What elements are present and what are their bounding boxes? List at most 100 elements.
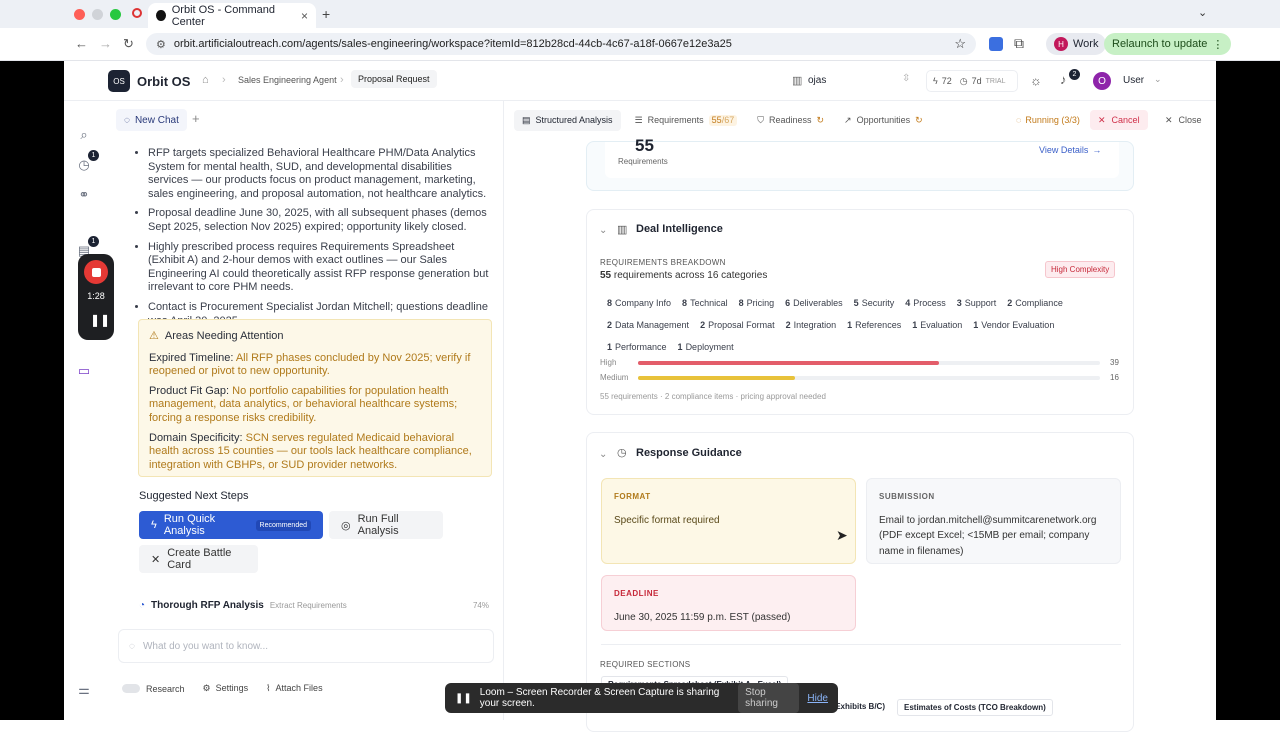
user-menu-chevron-icon[interactable]: ⌄ <box>1154 74 1162 85</box>
reload-button[interactable]: ↻ <box>123 36 134 52</box>
running-status: ◌ Running (3/3) <box>1016 115 1080 125</box>
tab-requirements[interactable]: ☰ Requirements 55/67 <box>629 110 744 131</box>
extensions-puzzle-icon[interactable]: ⧉ <box>1014 35 1024 52</box>
user-name[interactable]: User <box>1123 75 1144 86</box>
settings-button[interactable]: ⚙ Settings <box>203 683 249 694</box>
workspace-selector[interactable]: ojas <box>808 75 826 86</box>
user-avatar[interactable]: O <box>1093 72 1111 90</box>
profile-button[interactable]: H Work <box>1046 33 1107 55</box>
deal-intelligence-card: ⌄ ▥ Deal Intelligence REQUIREMENTS BREAK… <box>586 209 1134 415</box>
chip-label: Deployment <box>685 342 734 352</box>
category-chip: 8 Technical <box>682 298 728 308</box>
category-chips: 8 Company Info 8 Technical 8 Pricing 6 Delivera… <box>607 295 1117 361</box>
maximize-window-button[interactable] <box>110 9 121 20</box>
shield-icon: ⛉ <box>757 114 764 125</box>
breadcrumb-agent[interactable]: Sales Engineering Agent <box>238 75 337 85</box>
attention-key: Expired Timeline: <box>149 351 234 364</box>
stop-sharing-button[interactable]: Stop sharing <box>738 683 800 713</box>
tab-readiness[interactable]: ⛉ Readiness ↻ <box>751 110 830 131</box>
chip-count: 2 <box>607 320 613 330</box>
chip-label: Process <box>913 298 946 308</box>
profile-label: Work <box>1073 38 1099 50</box>
attach-label: Attach Files <box>275 683 323 693</box>
run-quick-analysis-button[interactable]: ϟ Run Quick Analysis Recommended <box>139 511 323 539</box>
theme-toggle-icon[interactable]: ☼ <box>1030 73 1042 88</box>
credits-count: 72 <box>941 76 952 86</box>
close-button[interactable]: ✕ Close <box>1159 110 1208 130</box>
req-count: 55 <box>711 114 722 125</box>
category-chip: 5 Security <box>854 298 895 308</box>
close-tab-icon[interactable]: × <box>301 9 308 23</box>
mouse-cursor-icon: ➤ <box>836 527 848 543</box>
research-toggle[interactable]: Research <box>122 684 185 694</box>
graph-icon[interactable]: ⚭ <box>77 188 91 202</box>
view-details-link[interactable]: View Details → <box>1039 145 1101 155</box>
browser-tab[interactable]: Orbit OS - Command Center × <box>148 3 316 28</box>
priority-fill <box>638 361 940 365</box>
history-icon[interactable]: ◷ <box>77 158 91 172</box>
progress-percent: 74% <box>472 600 489 610</box>
chevron-down-icon[interactable]: ⌄ <box>599 225 607 236</box>
attention-item: Expired Timeline: All RFP phases conclud… <box>149 352 481 379</box>
close-label: Close <box>1178 115 1202 125</box>
extension-icon[interactable] <box>989 37 1003 51</box>
credits-trial-badge[interactable]: ϟ 72 ◷ 7d TRIAL <box>926 70 1018 92</box>
run-full-analysis-button[interactable]: ◎ Run Full Analysis <box>329 511 443 539</box>
chip-label: Data Management <box>615 320 690 330</box>
settings-label: Settings <box>215 683 249 693</box>
priority-label: Medium <box>600 373 629 382</box>
clock-icon: ◷ <box>617 447 627 459</box>
forward-button[interactable]: → <box>99 36 112 51</box>
sliders-icon[interactable]: ⚌ <box>77 683 91 697</box>
minimize-window-button[interactable] <box>92 9 103 20</box>
category-chip: 4 Process <box>905 298 946 308</box>
chat-bubble-icon: ◌ <box>124 114 130 126</box>
orbit-favicon-icon <box>156 10 166 21</box>
progress-item[interactable]: ◔ Thorough RFP Analysis Extract Requirem… <box>139 599 489 611</box>
hide-share-bar-button[interactable]: Hide <box>807 693 828 704</box>
create-battle-card-button[interactable]: ✕ Create Battle Card <box>139 545 258 573</box>
category-chip: 6 Deliverables <box>785 298 843 308</box>
stop-recording-button[interactable] <box>84 260 108 284</box>
submission-label: SUBMISSION <box>879 492 935 501</box>
add-chat-button[interactable]: + <box>192 111 200 126</box>
chip-count: 4 <box>905 298 911 308</box>
quick-analysis-label: Run Quick Analysis <box>163 513 216 537</box>
new-tab-button[interactable]: + <box>322 6 330 22</box>
chevron-down-icon[interactable]: ⌄ <box>599 449 607 460</box>
back-button[interactable]: ← <box>75 36 88 51</box>
tab-opportunities[interactable]: ↗ Opportunities ↻ <box>838 110 929 131</box>
cancel-button[interactable]: ✕ Cancel <box>1090 110 1148 130</box>
tab-search-icon[interactable]: ⌄ <box>1198 6 1207 19</box>
home-icon[interactable]: ⌂ <box>202 74 209 86</box>
new-chat-tab[interactable]: ◌ New Chat <box>116 109 187 131</box>
spinner-icon: ◔ <box>139 599 146 611</box>
tab-structured-analysis[interactable]: ▤ Structured Analysis <box>514 109 621 131</box>
chip-count: 1 <box>912 320 918 330</box>
full-analysis-label: Run Full Analysis <box>357 513 399 537</box>
presentation-icon[interactable]: ▭ <box>77 364 91 378</box>
chip-count: 1 <box>677 342 683 352</box>
more-menu-icon[interactable]: ⋮ <box>1212 38 1223 51</box>
relaunch-button[interactable]: Relaunch to update ⋮ <box>1104 33 1232 55</box>
chat-footer: Research ⚙ Settings ⌇ Attach Files <box>122 683 323 694</box>
attach-files-button[interactable]: ⌇ Attach Files <box>266 683 322 694</box>
attention-box: ⚠ Areas Needing Attention Expired Timeli… <box>138 319 492 477</box>
category-chip: 2 Integration <box>786 320 837 330</box>
close-window-button[interactable] <box>74 9 85 20</box>
bookmark-star-icon[interactable]: ☆ <box>954 36 966 52</box>
bell-icon[interactable]: ♪ <box>1060 72 1067 87</box>
site-settings-icon[interactable]: ⚙ <box>156 38 166 51</box>
address-bar[interactable]: ⚙ orbit.artificialoutreach.com/agents/sa… <box>146 33 976 55</box>
analysis-tabs: ▤ Structured Analysis ☰ Requirements 55/67 … <box>514 109 929 131</box>
chat-input[interactable]: ◌ What do you want to know... <box>118 629 494 663</box>
clock-icon: ◷ <box>959 75 968 86</box>
category-chip: 3 Support <box>957 298 997 308</box>
category-chip: 1 Performance <box>607 342 667 352</box>
orbit-logo[interactable]: OS <box>108 70 130 92</box>
search-icon[interactable]: ⌕ <box>77 128 91 142</box>
workspace-chevron-icon[interactable]: ⇳ <box>902 73 910 84</box>
chip-label: Vendor Evaluation <box>981 320 1055 330</box>
gear-icon: ⚙ <box>202 683 211 693</box>
priority-bars: High 39 Medium 16 <box>600 358 1120 388</box>
